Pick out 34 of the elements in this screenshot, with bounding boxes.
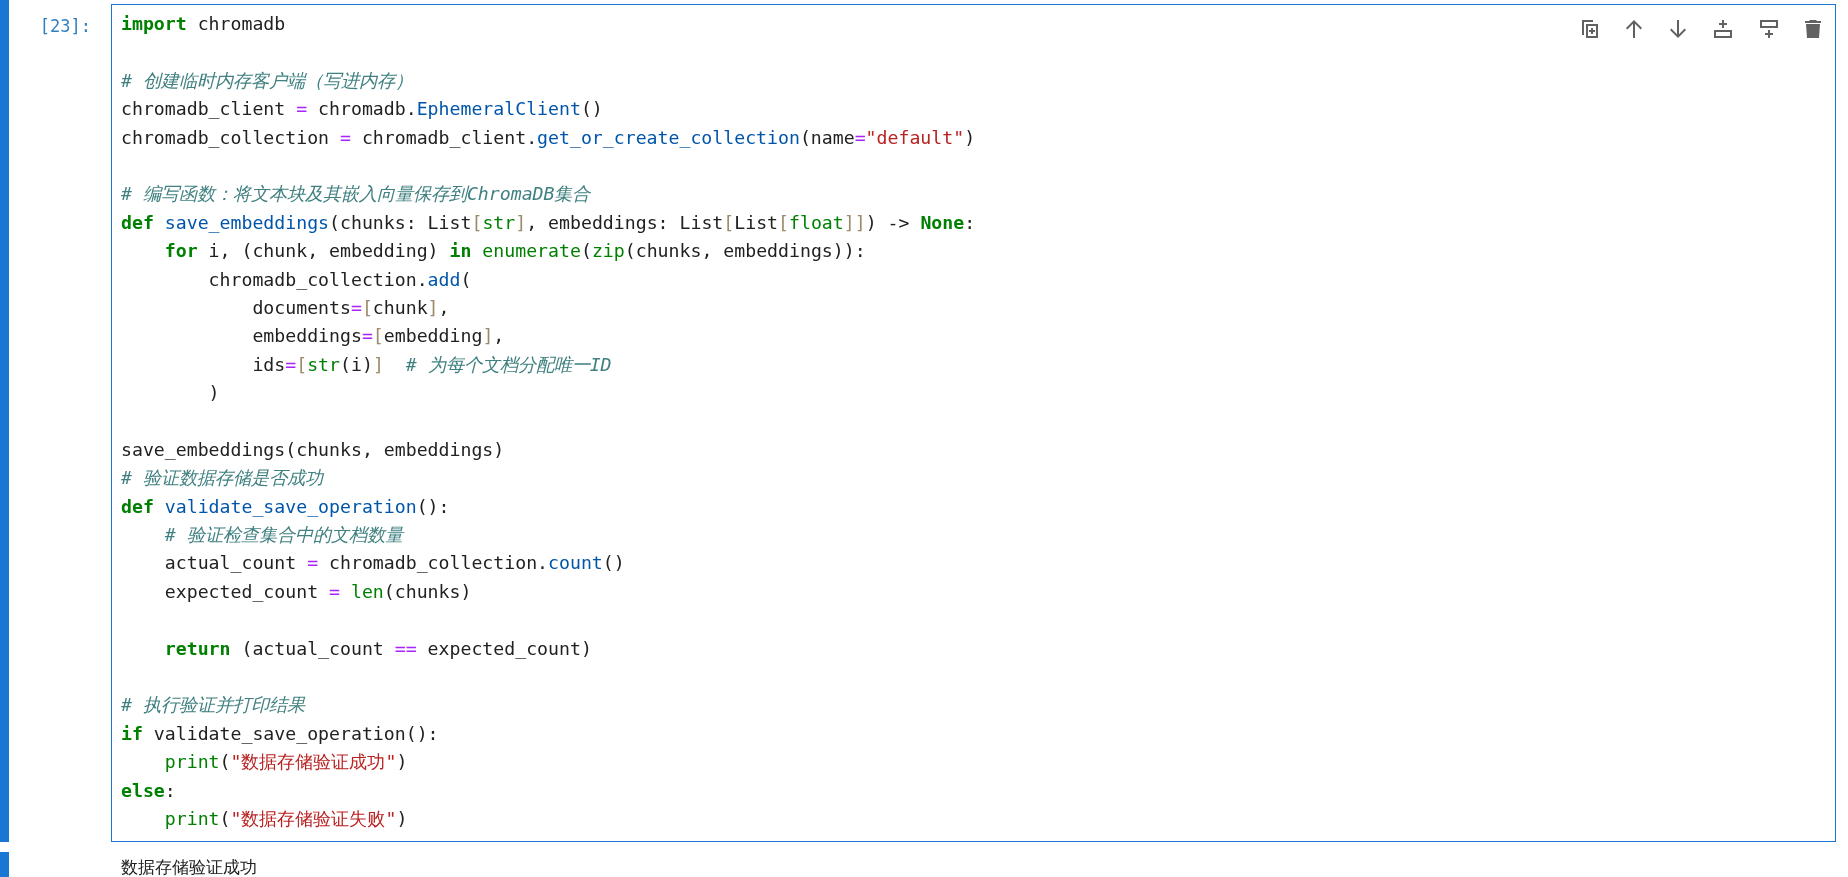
code-line: for i, (chunk, embedding) in enumerate(zip(chunks, embeddings)): [163, 239, 866, 264]
arrow-up-icon[interactable] [1625, 19, 1643, 39]
code-line: ) [207, 381, 220, 406]
code-line: def save_embeddings(chunks: List[str], embeddings: List[List[float]]) -> None: [121, 210, 976, 235]
code-line: chromadb_collection.add( [207, 267, 472, 292]
code-line: chromadb_collection = chromadb_client.get_or_create_collection(name="default") [121, 125, 976, 150]
code-line: if validate_save_operation(): [121, 721, 439, 746]
code-line: import chromadb [121, 12, 286, 36]
code-line: documents=[chunk], [251, 295, 450, 320]
duplicate-icon[interactable] [1581, 19, 1599, 39]
code-line: print("数据存储验证失败") [163, 806, 408, 831]
code-line: ids=[str(i)] # 为每个文档分配唯一ID [251, 352, 612, 377]
execution-count: [23]: [38, 15, 92, 38]
arrow-down-icon[interactable] [1669, 19, 1687, 39]
code-line: # 验证检查集合中的文档数量 [163, 523, 403, 548]
code-line: else: [121, 778, 176, 803]
code-line: chromadb_client = chromadb.EphemeralClient() [121, 97, 603, 122]
code-line: def validate_save_operation(): [121, 494, 450, 519]
code-line: # 创建临时内存客户端（写进内存） [121, 68, 413, 93]
code-line: # 验证数据存储是否成功 [121, 466, 323, 491]
code-line: # 编写函数：将文本块及其嵌入向量保存到ChromaDB集合 [121, 182, 591, 207]
insert-below-icon[interactable] [1759, 19, 1779, 39]
code-editor[interactable] [111, 4, 1836, 842]
cell-collapser-bar[interactable] [0, 0, 9, 842]
code-line: print("数据存储验证成功") [163, 750, 408, 775]
code-line: expected_count = len(chunks) [163, 579, 472, 604]
code-line: # 执行验证并打印结果 [121, 693, 305, 718]
code-line: embeddings=[embedding], [251, 324, 505, 349]
code-line: actual_count = chromadb_collection.count() [163, 551, 625, 576]
code-line: return (actual_count == expected_count) [163, 636, 592, 661]
trash-icon[interactable] [1805, 19, 1821, 39]
output-text: 数据存储验证成功 [121, 856, 257, 877]
code-line: save_embeddings(chunks, embeddings) [121, 437, 505, 462]
insert-above-icon[interactable] [1713, 19, 1733, 39]
